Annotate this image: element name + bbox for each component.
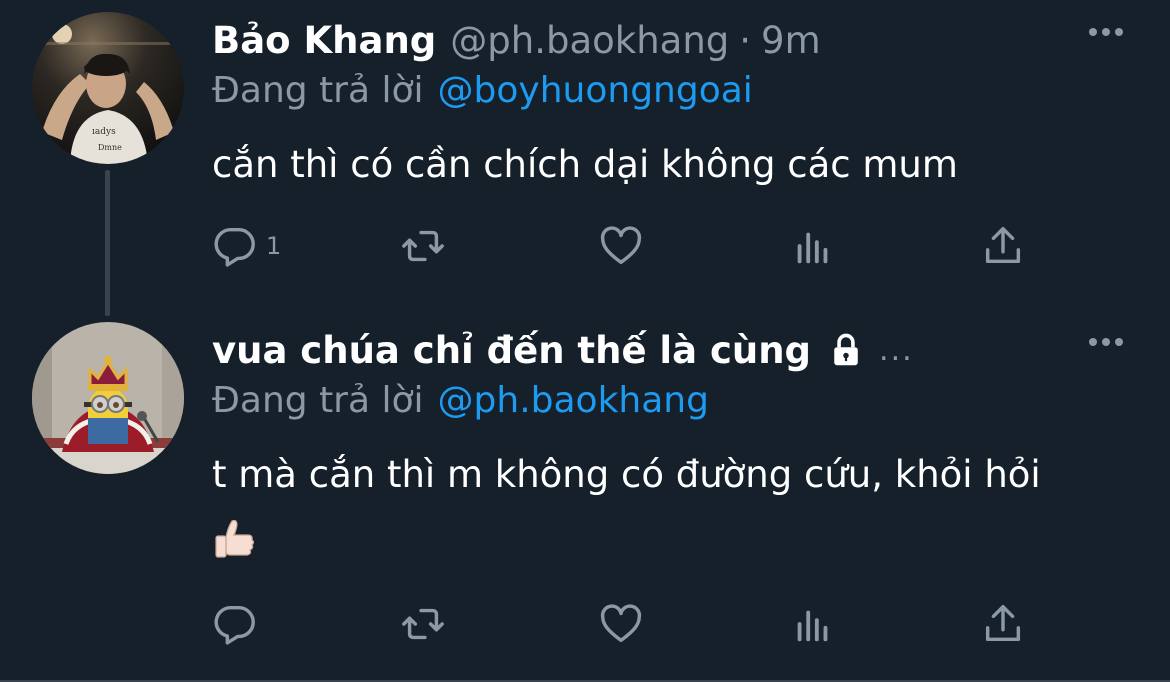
tweet-text: t mà cắn thì m không có đường cứu, khỏi … <box>212 453 1041 496</box>
share-icon <box>985 227 1021 264</box>
retweet-button[interactable] <box>400 600 446 648</box>
reply-button[interactable]: 1 <box>212 222 281 270</box>
svg-text:ıadys: ıadys <box>92 127 116 137</box>
retweet-button[interactable] <box>400 222 446 270</box>
reply-icon <box>214 227 255 267</box>
like-button[interactable] <box>598 600 644 648</box>
reply-button[interactable] <box>212 600 258 648</box>
timestamp[interactable]: 9m <box>761 19 821 62</box>
like-icon <box>600 226 642 265</box>
tweet[interactable]: ıadys Dmne Bảo Khang @ph.baokhang · 9m Đ… <box>0 0 1170 316</box>
more-options-icon[interactable] <box>1086 334 1126 348</box>
views-button[interactable] <box>790 600 836 648</box>
display-name[interactable]: Bảo Khang <box>212 19 436 62</box>
views-icon <box>797 610 828 642</box>
more-options-icon[interactable] <box>1086 24 1126 38</box>
action-bar <box>212 600 1052 648</box>
separator: · <box>739 18 752 62</box>
like-button[interactable] <box>598 222 644 270</box>
reply-icon <box>214 605 255 645</box>
retweet-icon <box>402 230 444 262</box>
share-icon <box>985 605 1021 642</box>
action-bar: 1 <box>212 222 1052 270</box>
views-button[interactable] <box>790 222 836 270</box>
like-icon <box>600 604 642 643</box>
tweet-header: vua chúa chỉ đến thế là cùng ... <box>212 324 914 376</box>
svg-text:Dmne: Dmne <box>98 143 122 152</box>
replying-to-label: Đang trả lời <box>212 70 424 111</box>
replying-to: Đang trả lời @boyhuongngoai <box>212 70 753 111</box>
views-icon <box>797 232 828 264</box>
replying-to-handle[interactable]: @ph.baokhang <box>438 380 709 421</box>
tweet-text-container: t mà cắn thì m không có đường cứu, khỏi … <box>212 446 1132 563</box>
retweet-icon <box>402 608 444 640</box>
avatar[interactable]: ıadys Dmne <box>32 12 184 164</box>
replying-to-label: Đang trả lời <box>212 380 424 421</box>
tweet[interactable]: vua chúa chỉ đến thế là cùng ... Đang tr… <box>0 310 1170 682</box>
replying-to-handle[interactable]: @boyhuongngoai <box>438 70 753 111</box>
reply-count: 1 <box>266 232 282 260</box>
share-button[interactable] <box>980 222 1026 270</box>
username[interactable]: @ph.baokhang <box>450 19 729 62</box>
truncation-ellipsis: ... <box>879 332 914 368</box>
share-button[interactable] <box>980 600 1026 648</box>
tweet-header: Bảo Khang @ph.baokhang · 9m <box>212 14 821 66</box>
lock-icon <box>829 332 863 368</box>
tweet-text: cắn thì có cần chích dại không các mum <box>212 143 958 186</box>
avatar[interactable] <box>32 322 184 474</box>
replying-to: Đang trả lời @ph.baokhang <box>212 380 709 421</box>
thread-line <box>105 170 110 316</box>
display-name[interactable]: vua chúa chỉ đến thế là cùng <box>212 329 811 372</box>
thumbs-up-icon <box>212 517 258 563</box>
